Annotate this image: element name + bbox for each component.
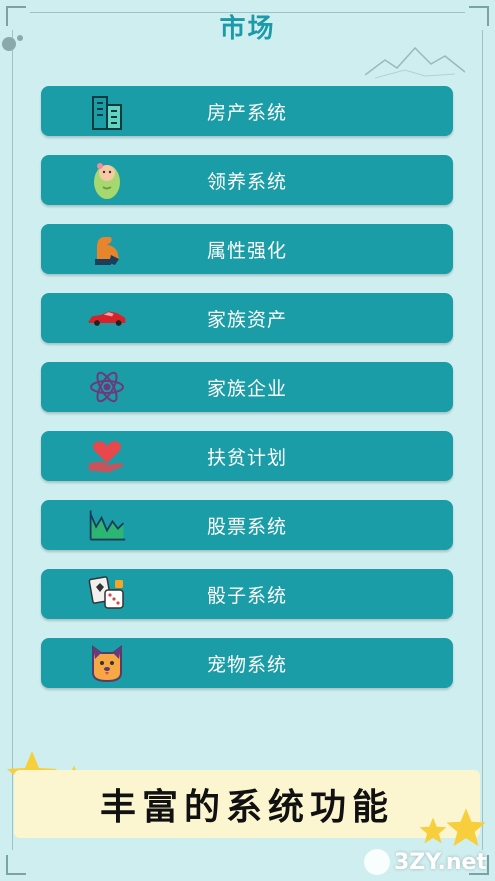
feature-banner: 丰富的系统功能 [14,770,480,838]
frame-right-line [482,30,483,850]
menu-item-label: 宠物系统 [206,653,287,676]
page-title: 市场 [219,14,276,44]
menu-item-label: 骰子系统 [206,584,287,607]
market-menu: 房产系统 领养系统 属性强化 家族资产 家族企业 扶贫计划 股票系统 骰子系统 … [41,86,453,707]
menu-item-dice[interactable]: 骰子系统 [41,569,453,619]
frame-left-line [12,30,13,850]
banner-text: 丰富的系统功能 [99,787,394,828]
menu-item-stocks[interactable]: 股票系统 [41,500,453,550]
menu-item-label: 扶贫计划 [206,446,287,469]
menu-item-label: 股票系统 [206,515,287,538]
mountain-decoration-icon [365,46,465,79]
menu-item-adoption[interactable]: 领养系统 [41,155,453,205]
menu-item-pets[interactable]: 宠物系统 [41,638,453,688]
menu-item-attribute-boost[interactable]: 属性强化 [41,224,453,274]
menu-item-label: 家族资产 [206,308,287,331]
menu-item-family-assets[interactable]: 家族资产 [41,293,453,343]
star-icon [446,808,486,847]
menu-item-real-estate[interactable]: 房产系统 [41,86,453,136]
menu-item-label: 属性强化 [206,239,287,262]
watermark-text: 3ZY.net [393,849,487,875]
menu-item-label: 领养系统 [206,170,287,193]
menu-item-poverty-relief[interactable]: 扶贫计划 [41,431,453,481]
watermark: 3ZY.net [363,849,487,875]
frame-corner-bottom-left [6,855,26,875]
menu-item-family-business[interactable]: 家族企业 [41,362,453,412]
menu-item-label: 家族企业 [206,377,287,400]
watermark-logo-icon [363,849,390,875]
menu-item-label: 房产系统 [206,101,287,124]
